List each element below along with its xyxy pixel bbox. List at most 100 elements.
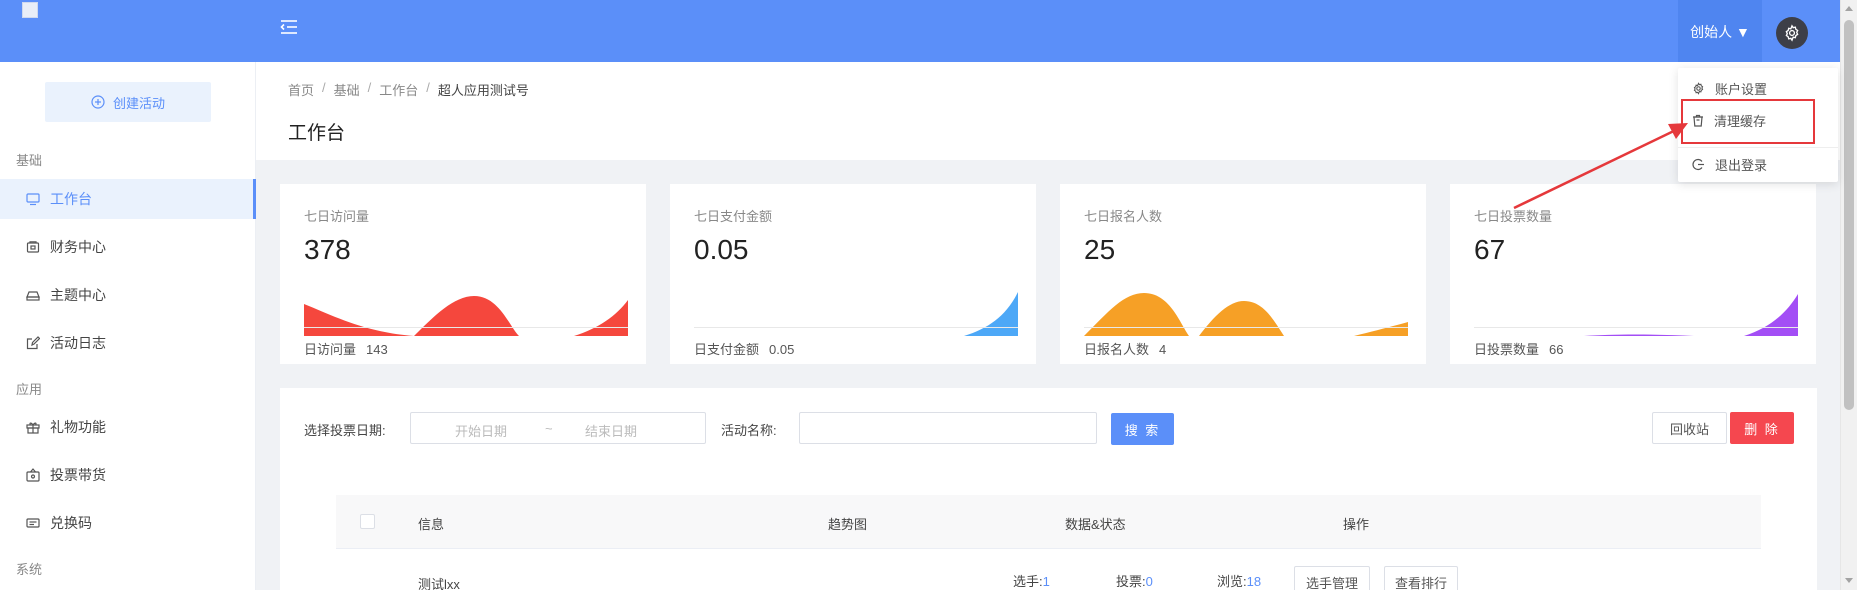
- scroll-down-arrow[interactable]: [1845, 578, 1853, 583]
- activity-name-label: 活动名称:: [721, 423, 777, 438]
- row-views-stat: 浏览:18: [1217, 571, 1261, 590]
- sidebar-item-vote-sales[interactable]: 投票带货: [0, 455, 256, 495]
- create-activity-button[interactable]: 创建活动: [45, 82, 211, 122]
- stat-foot-label: 日报名人数: [1084, 342, 1150, 357]
- stat-value: 25: [1084, 234, 1116, 265]
- date-range-separator: ~: [545, 421, 553, 436]
- sidebar-group-system: 系统: [16, 562, 43, 577]
- stat-card-signups: 七日报名人数 25 日报名人数 4: [1060, 184, 1426, 364]
- scroll-up-arrow[interactable]: [1845, 6, 1853, 11]
- stat-footer: 日访问量 143: [304, 339, 388, 358]
- vote-date-label: 选择投票日期:: [304, 423, 386, 438]
- sidebar: 创建活动 基础 工作台 财务中心 主题中心 活动日志 应用 礼物功能 投票带货 …: [0, 62, 256, 590]
- card-divider: [694, 327, 1018, 328]
- menu-item-label: 账户设置: [1715, 81, 1768, 97]
- row-players-stat: 选手:1: [1013, 571, 1050, 590]
- broken-logo-image: [22, 2, 38, 18]
- players-label: 选手:: [1013, 574, 1043, 589]
- wallet-icon: [26, 241, 40, 253]
- end-date-placeholder[interactable]: 结束日期: [585, 421, 637, 440]
- card-divider: [1084, 327, 1408, 328]
- sidebar-group-basic: 基础: [16, 153, 43, 168]
- views-count: 18: [1246, 574, 1262, 589]
- stat-label: 七日报名人数: [1084, 209, 1163, 224]
- stat-foot-label: 日投票数量: [1474, 342, 1540, 357]
- monitor-icon: [26, 193, 40, 206]
- sidebar-item-theme[interactable]: 主题中心: [0, 275, 256, 315]
- stat-value: 0.05: [694, 234, 749, 265]
- vote-date-range-picker[interactable]: 开始日期 ~ 结束日期: [410, 412, 706, 444]
- recycle-bin-button[interactable]: 回收站: [1652, 412, 1727, 444]
- stat-footer: 日投票数量 66: [1474, 339, 1563, 358]
- sidebar-item-label: 财务中心: [50, 239, 106, 255]
- breadcrumb-home[interactable]: 首页: [288, 80, 314, 99]
- card-divider: [1474, 327, 1798, 328]
- user-menu-trigger[interactable]: 创始人 ▼: [1678, 0, 1762, 62]
- stat-footer: 日支付金额 0.05: [694, 339, 794, 358]
- sidebar-item-activity-log[interactable]: 活动日志: [0, 323, 256, 363]
- scroll-thumb[interactable]: [1844, 20, 1854, 410]
- column-header-trend: 趋势图: [828, 517, 868, 532]
- gift-icon: [26, 422, 40, 434]
- sparkline-area: [1084, 293, 1408, 336]
- ticket-icon: [26, 518, 40, 528]
- activity-panel: 选择投票日期: 开始日期 ~ 结束日期 活动名称: 搜 索 回收站 删 除 信息…: [280, 388, 1817, 590]
- table-header: 信息 趋势图 数据&状态 操作: [336, 495, 1761, 549]
- page-title: 工作台: [288, 123, 346, 144]
- annotation-arrow: [1513, 123, 1688, 210]
- sidebar-item-label: 工作台: [50, 191, 92, 207]
- search-button[interactable]: 搜 索: [1111, 413, 1174, 445]
- votes-label: 投票:: [1116, 574, 1146, 589]
- page-scrollbar[interactable]: [1840, 0, 1857, 590]
- select-all-checkbox[interactable]: [360, 514, 375, 529]
- start-date-placeholder[interactable]: 开始日期: [455, 421, 507, 440]
- stat-foot-value: 66: [1549, 342, 1564, 357]
- layers-icon: [26, 291, 40, 301]
- stat-label: 七日支付金额: [694, 209, 773, 224]
- breadcrumb-separator: /: [322, 80, 326, 95]
- breadcrumb-workbench[interactable]: 工作台: [379, 80, 418, 99]
- sidebar-item-label: 活动日志: [50, 335, 106, 351]
- sparkline-area: [304, 296, 628, 336]
- sidebar-item-workbench[interactable]: 工作台: [0, 179, 256, 219]
- stat-value: 378: [304, 234, 351, 265]
- column-header-info: 信息: [418, 517, 445, 532]
- row-activity-name: 测试lxx: [418, 577, 460, 590]
- activity-name-input[interactable]: [799, 412, 1097, 444]
- logo-area: [0, 0, 256, 62]
- breadcrumb-basic[interactable]: 基础: [334, 80, 360, 99]
- stat-card-payment: 七日支付金额 0.05 日支付金额 0.05: [670, 184, 1036, 364]
- stat-foot-label: 日访问量: [304, 342, 357, 357]
- column-header-data-status: 数据&状态: [1065, 517, 1126, 532]
- card-divider: [304, 327, 628, 328]
- delete-button[interactable]: 删 除: [1730, 412, 1794, 444]
- stat-foot-label: 日支付金额: [694, 342, 760, 357]
- views-label: 浏览:: [1217, 574, 1247, 589]
- stat-foot-value: 143: [366, 342, 388, 357]
- breadcrumb-separator: /: [367, 80, 372, 95]
- menu-toggle-icon[interactable]: [280, 18, 300, 38]
- sidebar-item-label: 主题中心: [50, 287, 106, 303]
- breadcrumb-current: 超人应用测试号: [437, 83, 529, 98]
- settings-gear-button[interactable]: [1776, 17, 1808, 49]
- sidebar-item-finance[interactable]: 财务中心: [0, 227, 256, 267]
- sidebar-item-gift[interactable]: 礼物功能: [0, 407, 256, 447]
- create-activity-label: 创建活动: [112, 95, 165, 111]
- breadcrumb-separator: /: [426, 80, 430, 95]
- stat-label: 七日访问量: [304, 209, 370, 224]
- menu-item-label: 退出登录: [1715, 157, 1768, 173]
- row-votes-stat: 投票:0: [1116, 571, 1153, 590]
- sidebar-item-label: 投票带货: [50, 467, 106, 483]
- stat-value: 67: [1474, 234, 1506, 265]
- gear-icon: [1785, 24, 1799, 42]
- player-manage-button[interactable]: 选手管理: [1294, 566, 1370, 590]
- sidebar-item-label: 兑换码: [50, 515, 92, 531]
- sidebar-item-label: 礼物功能: [50, 419, 106, 435]
- stat-foot-value: 0.05: [769, 342, 795, 357]
- vote-icon: [26, 468, 40, 482]
- votes-count: 0: [1145, 574, 1153, 589]
- column-header-actions: 操作: [1343, 517, 1370, 532]
- view-ranking-button[interactable]: 查看排行: [1384, 566, 1458, 590]
- sidebar-item-redeem-code[interactable]: 兑换码: [0, 503, 256, 543]
- plus-circle-icon: [91, 95, 105, 109]
